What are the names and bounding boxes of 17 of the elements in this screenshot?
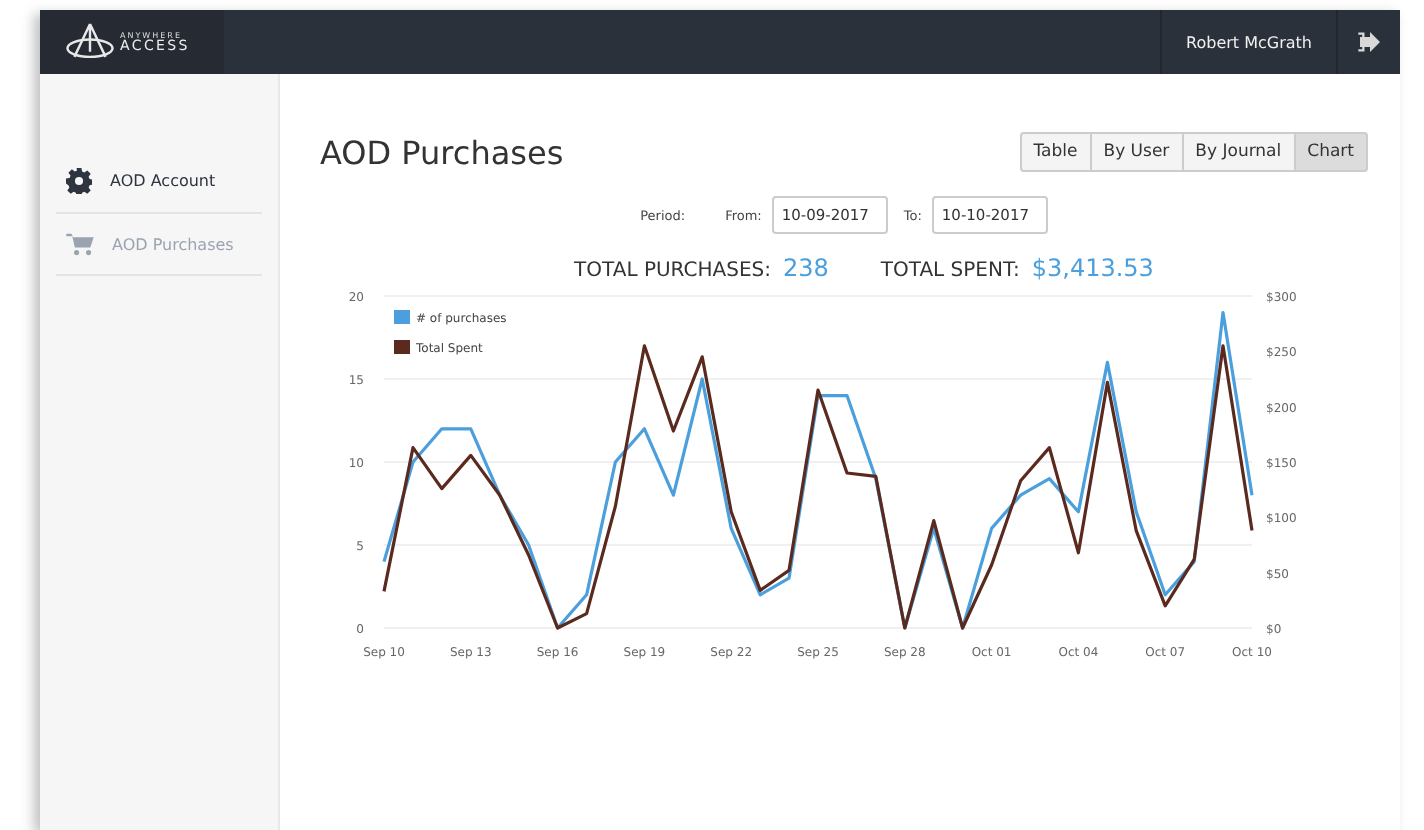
total-value: 238	[782, 254, 829, 282]
total-label: TOTAL SPENT:	[880, 260, 1020, 282]
view-tab[interactable]: Chart	[1295, 132, 1368, 172]
sidebar-item[interactable]: AOD Account	[56, 150, 262, 214]
total-label: TOTAL PURCHASES:	[574, 260, 771, 282]
user-name[interactable]: Robert McGrath	[1160, 10, 1336, 74]
legend-swatch	[394, 310, 410, 324]
cart-icon	[66, 232, 94, 256]
gear-icon	[66, 168, 92, 194]
sign-out-icon	[1357, 32, 1381, 52]
legend-swatch	[394, 340, 410, 354]
view-tab[interactable]: By Journal	[1183, 132, 1296, 172]
page-title: AOD Purchases	[320, 133, 564, 171]
total-value: $3,413.53	[1031, 254, 1154, 282]
view-tab[interactable]: By User	[1091, 132, 1184, 172]
view-tab[interactable]: Table	[1019, 132, 1092, 172]
logo-icon	[64, 21, 116, 63]
